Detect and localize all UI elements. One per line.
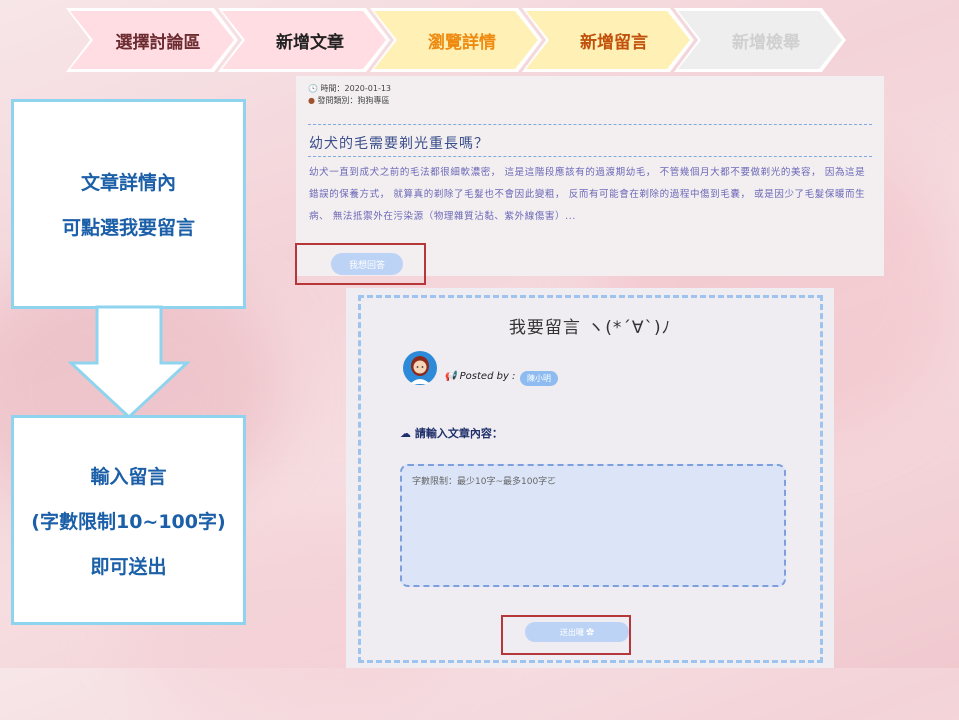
content-prompt-label: 請輸入文章內容：	[414, 427, 503, 440]
step-label: 新增留言	[580, 32, 648, 53]
article-time-label: 時間：2020-01-13	[320, 84, 392, 93]
divider	[308, 156, 872, 157]
step-label: 新增檢舉	[732, 32, 800, 53]
posted-by-label: Posted by :	[459, 371, 516, 382]
progress-steps: 選擇討論區 新增文章 瀏覽詳情 新增留言 新增檢舉	[66, 8, 856, 72]
article-category-label: 發問類別：狗狗專區	[317, 96, 390, 105]
comment-textarea[interactable]	[400, 464, 786, 587]
note-line: 輸入留言	[90, 465, 167, 488]
avatar	[403, 351, 437, 385]
note-line: 即可送出	[90, 555, 167, 578]
divider	[308, 124, 872, 125]
comment-panel-title: 我要留言 ヽ(*´∀`)ﾉ	[508, 318, 672, 338]
author-badge: 陳小明	[520, 371, 558, 386]
note-line: (字數限制10~100字)	[31, 510, 226, 533]
article-category: ● 發問類別：狗狗專區	[308, 95, 390, 106]
note-top: 文章詳情內 可點選我要留言	[11, 99, 246, 309]
step-label: 瀏覽詳情	[428, 32, 496, 53]
article-title: 幼犬的毛需要剃光重長嗎？	[309, 136, 489, 152]
note-bottom: 輸入留言 (字數限制10~100字) 即可送出	[11, 415, 246, 625]
article-time: 🕓 時間：2020-01-13	[308, 83, 391, 94]
content-prompt: ☁ 請輸入文章內容：	[400, 425, 503, 441]
step-label: 新增文章	[276, 32, 344, 53]
note-line: 可點選我要留言	[61, 217, 195, 239]
step-new-article[interactable]: 新增文章	[218, 8, 390, 72]
megaphone-icon: 📢	[444, 371, 457, 382]
step-select-board[interactable]: 選擇討論區	[66, 8, 238, 72]
cloud-icon: ☁	[400, 427, 411, 440]
step-label: 選擇討論區	[115, 32, 201, 53]
step-new-comment[interactable]: 新增留言	[522, 8, 694, 72]
highlight-box	[501, 615, 631, 655]
step-browse-details[interactable]: 瀏覽詳情	[370, 8, 542, 72]
highlight-box	[295, 243, 426, 285]
step-new-report[interactable]: 新增檢舉	[674, 8, 846, 72]
down-arrow-icon	[68, 305, 190, 420]
clock-icon: 🕓	[308, 84, 318, 93]
posted-by: 📢 Posted by :	[444, 371, 515, 382]
paw-icon: ●	[308, 96, 315, 105]
note-line: 文章詳情內	[80, 172, 176, 194]
article-body: 幼犬一直到成犬之前的毛法都很細軟濃密， 這是這階段應該有的過渡期幼毛， 不管幾個…	[309, 167, 866, 222]
